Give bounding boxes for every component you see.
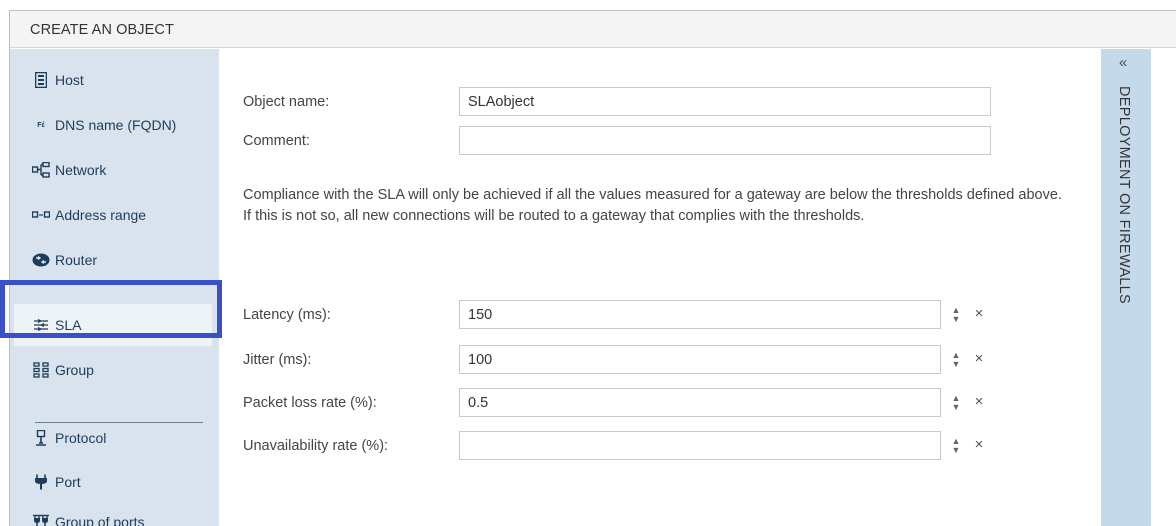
unavailability-clear-button[interactable]: × <box>971 436 987 454</box>
sidebar-item-label: Address range <box>55 207 147 223</box>
sidebar-item-label: Group of ports <box>55 514 145 526</box>
sla-compliance-note: Compliance with the SLA will only be ach… <box>243 187 1062 224</box>
group-icon <box>31 360 51 380</box>
object-name-input[interactable] <box>459 87 991 116</box>
sidebar-item-dns-name[interactable]: Fἐ DNS name (FQDN) <box>20 104 212 146</box>
latency-spinner[interactable]: ▲ ▼ <box>949 304 963 326</box>
comment-input[interactable] <box>459 126 991 155</box>
sidebar-item-port[interactable]: Port <box>20 461 212 503</box>
sla-icon <box>31 315 51 335</box>
object-type-sidebar: Host Fἐ DNS name (FQDN) Network Address … <box>10 49 219 526</box>
packet-loss-field: ▲▼ × <box>459 388 989 417</box>
unavailability-label: Unavailability rate (%): <box>243 438 389 454</box>
expand-chevron-icon[interactable]: « <box>1119 54 1127 71</box>
deployment-panel[interactable]: « DEPLOYMENT ON FIREWALLS <box>1101 49 1151 526</box>
port-icon <box>31 472 51 492</box>
sidebar-item-host[interactable]: Host <box>20 59 212 101</box>
window-header: CREATE AN OBJECT <box>10 11 1176 48</box>
sidebar-item-group-of-ports[interactable]: Group of ports <box>20 501 212 526</box>
sidebar-item-label: DNS name (FQDN) <box>55 117 177 133</box>
packet-loss-clear-button[interactable]: × <box>971 393 987 411</box>
router-icon <box>31 250 51 270</box>
network-icon <box>31 160 51 180</box>
unavailability-input[interactable] <box>459 431 941 460</box>
deployment-panel-title: DEPLOYMENT ON FIREWALLS <box>1116 86 1132 304</box>
latency-input[interactable] <box>459 300 941 329</box>
packet-loss-spinner[interactable]: ▲ ▼ <box>949 392 963 414</box>
sidebar-item-label: Group <box>55 362 94 378</box>
latency-field: ▲▼ × <box>459 300 989 329</box>
sidebar-item-protocol[interactable]: Protocol <box>20 417 212 459</box>
latency-label: Latency (ms): <box>243 307 331 323</box>
sidebar-item-router[interactable]: Router <box>20 239 212 281</box>
packet-loss-input[interactable] <box>459 388 941 417</box>
spin-down-icon[interactable]: ▼ <box>952 446 961 455</box>
object-form: Object name: Comment: Compliance with th… <box>219 49 1101 526</box>
jitter-spinner[interactable]: ▲ ▼ <box>949 349 963 371</box>
object-name-label: Object name: <box>243 94 330 110</box>
jitter-field: ▲▼ × <box>459 345 989 374</box>
unavailability-field: ▲ ▼ × <box>459 431 989 460</box>
jitter-label: Jitter (ms): <box>243 352 312 368</box>
sidebar-item-network[interactable]: Network <box>20 149 212 191</box>
protocol-icon <box>31 428 51 448</box>
sidebar-item-label: Protocol <box>55 430 107 446</box>
spin-down-icon[interactable]: ▼ <box>952 403 961 412</box>
fqdn-icon: Fἐ <box>37 121 45 129</box>
comment-label: Comment: <box>243 133 310 149</box>
group-of-ports-icon <box>31 512 51 526</box>
jitter-input[interactable] <box>459 345 941 374</box>
sidebar-item-label: Network <box>55 162 107 178</box>
spin-down-icon[interactable]: ▼ <box>952 360 961 369</box>
sidebar-item-label: Host <box>55 72 84 88</box>
sidebar-item-sla[interactable]: SLA <box>14 304 212 346</box>
sidebar-item-label: Router <box>55 252 98 268</box>
spin-down-icon[interactable]: ▼ <box>952 315 961 324</box>
window-title: CREATE AN OBJECT <box>30 22 174 38</box>
host-icon <box>31 70 51 90</box>
sidebar-item-label: Port <box>55 474 81 490</box>
sidebar-item-label: SLA <box>55 317 82 333</box>
sidebar-item-group[interactable]: Group <box>20 349 212 391</box>
unavailability-spinner[interactable]: ▲ ▼ <box>949 435 963 457</box>
packet-loss-label: Packet loss rate (%): <box>243 395 377 411</box>
create-object-window: CREATE AN OBJECT Host Fἐ DNS name (FQDN)… <box>9 10 1176 526</box>
jitter-clear-button[interactable]: × <box>971 350 987 368</box>
address-range-icon <box>31 205 51 225</box>
latency-clear-button[interactable]: × <box>971 305 987 323</box>
sidebar-item-address-range[interactable]: Address range <box>20 194 212 236</box>
